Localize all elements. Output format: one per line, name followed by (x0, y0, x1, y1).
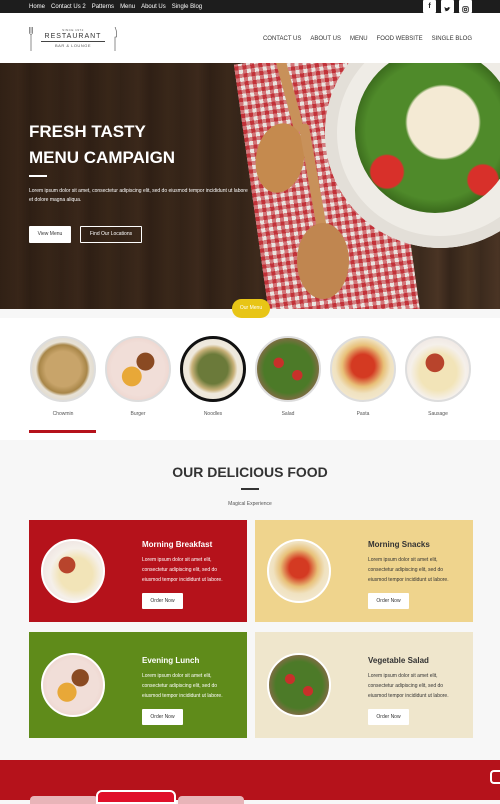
food-card-morning-snacks: Morning Snacks Lorem ipsum dolor sit ame… (255, 520, 473, 622)
lunch-image (41, 653, 105, 717)
card-text: Lorem ipsum dolor sit amet elit, consect… (142, 673, 223, 699)
category-salad[interactable]: Salad (254, 336, 322, 417)
twitter-icon[interactable] (441, 0, 454, 13)
section-title: OUR DELICIOUS FOOD (172, 464, 328, 480)
top-link-home[interactable]: Home (29, 4, 45, 10)
category-label: Burger (130, 411, 146, 417)
cup-icon (490, 770, 500, 784)
top-links: Home Contact Us 2 Patterns Menu About Us… (29, 0, 208, 13)
hero-divider (29, 175, 47, 177)
vegetable-salad-image (267, 653, 331, 717)
nav-about-us[interactable]: ABOUT US (310, 36, 341, 42)
knife-icon (114, 27, 117, 51)
section-subtitle: Magical Experience (228, 501, 272, 507)
promo-band (0, 760, 500, 804)
nav-food-website[interactable]: FOOD WEBSITE (377, 36, 423, 42)
card-text: Lorem ipsum dolor sit amet elit, consect… (368, 557, 449, 583)
menu-categories: Chowmin Burger Noodles Salad Pasta Sausa… (0, 318, 500, 440)
top-bar: Home Contact Us 2 Patterns Menu About Us… (0, 0, 500, 13)
category-label: Pasta (356, 411, 370, 417)
chowmin-image (30, 336, 96, 402)
hero-banner: FRESH TASTY MENU CAMPAIGN Lorem ipsum do… (0, 63, 500, 309)
promo-tab-active[interactable] (96, 790, 176, 804)
card-title: Morning Breakfast (142, 540, 213, 549)
category-burger[interactable]: Burger (104, 336, 172, 417)
order-now-button[interactable]: Order Now (142, 709, 183, 725)
restaurant-logo[interactable]: SINCE 1972 RESTAURANT BAR & LOUNGE (29, 27, 117, 51)
promo-tab[interactable] (30, 796, 98, 804)
order-now-button[interactable]: Order Now (368, 709, 409, 725)
card-title: Evening Lunch (142, 656, 200, 665)
top-link-patterns[interactable]: Patterns (92, 4, 114, 10)
breakfast-image (41, 539, 105, 603)
logo-name: RESTAURANT (44, 33, 102, 40)
category-noodles[interactable]: Noodles (179, 336, 247, 417)
food-card-evening-lunch: Evening Lunch Lorem ipsum dolor sit amet… (29, 632, 247, 738)
card-text: Lorem ipsum dolor sit amet elit, consect… (142, 557, 223, 583)
hero-text: Lorem ipsum dolor sit amet, consectetur … (29, 188, 248, 203)
nav-contact-us[interactable]: CONTACT US (263, 36, 301, 42)
social-links: f (423, 0, 472, 13)
logo-since: SINCE 1972 (62, 28, 84, 32)
view-menu-button[interactable]: View Menu (29, 226, 71, 243)
order-now-button[interactable]: Order Now (368, 593, 409, 609)
food-card-morning-breakfast: Morning Breakfast Lorem ipsum dolor sit … (29, 520, 247, 622)
order-now-button[interactable]: Order Now (142, 593, 183, 609)
food-card-vegetable-salad: Vegetable Salad Lorem ipsum dolor sit am… (255, 632, 473, 738)
find-locations-button[interactable]: Find Our Locations (80, 226, 142, 243)
category-chowmin[interactable]: Chowmin (29, 336, 97, 417)
snacks-image (267, 539, 331, 603)
burger-image (105, 336, 171, 402)
hero-title: FRESH TASTY MENU CAMPAIGN (29, 119, 229, 171)
instagram-icon[interactable] (459, 0, 472, 13)
noodles-image (180, 336, 246, 402)
main-nav: CONTACT US ABOUT US MENU FOOD WEBSITE SI… (263, 36, 472, 42)
sausage-image (405, 336, 471, 402)
nav-menu[interactable]: MENU (350, 36, 368, 42)
category-pasta[interactable]: Pasta (329, 336, 397, 417)
promo-tab[interactable] (178, 796, 244, 804)
top-link-contact-us-2[interactable]: Contact Us 2 (51, 4, 86, 10)
nav-single-blog[interactable]: SINGLE BLOG (432, 36, 472, 42)
category-label: Salad (281, 411, 295, 417)
logo-tagline: BAR & LOUNGE (54, 43, 91, 48)
wooden-spoon (297, 223, 349, 299)
category-sausage[interactable]: Sausage (404, 336, 472, 417)
active-category-indicator (29, 430, 96, 433)
card-title: Morning Snacks (368, 540, 430, 549)
salad-bowl-image (255, 336, 321, 402)
hero-title-line1: FRESH TASTY (29, 122, 146, 141)
hero-title-line2: MENU CAMPAIGN (29, 148, 176, 167)
category-label: Noodles (203, 411, 223, 417)
site-header: SINCE 1972 RESTAURANT BAR & LOUNGE CONTA… (0, 13, 500, 63)
section-divider (241, 488, 259, 490)
top-link-single-blog[interactable]: Single Blog (172, 4, 202, 10)
top-link-about-us[interactable]: About Us (141, 4, 166, 10)
card-title: Vegetable Salad (368, 656, 429, 665)
category-label: Sausage (428, 411, 448, 417)
facebook-icon[interactable]: f (423, 0, 436, 13)
category-label: Chowmin (52, 411, 74, 417)
top-link-menu[interactable]: Menu (120, 4, 135, 10)
logo-divider (41, 41, 105, 42)
our-menu-pill[interactable]: Our Menu (232, 299, 270, 318)
card-text: Lorem ipsum dolor sit amet elit, consect… (368, 673, 449, 699)
pasta-image (330, 336, 396, 402)
